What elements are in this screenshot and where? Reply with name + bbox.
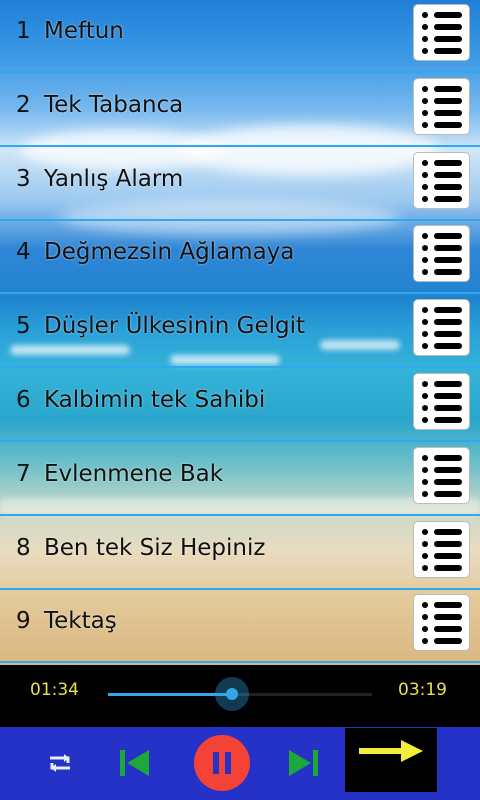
track-title: Tektaş bbox=[44, 608, 117, 634]
list-menu-icon[interactable] bbox=[413, 373, 470, 430]
list-menu-icon[interactable] bbox=[413, 299, 470, 356]
seek-track[interactable] bbox=[108, 677, 372, 711]
list-menu-icon[interactable] bbox=[413, 447, 470, 504]
playlist-row[interactable]: 1 Meftun bbox=[0, 0, 480, 73]
pause-button[interactable] bbox=[193, 734, 251, 792]
playlist-row[interactable]: 6 Kalbimin tek Sahibi bbox=[0, 369, 480, 442]
skip-previous-icon[interactable] bbox=[117, 745, 153, 781]
track-title: Tek Tabanca bbox=[44, 92, 184, 118]
list-menu-icon[interactable] bbox=[413, 521, 470, 578]
seek-bar[interactable]: 01:34 03:19 bbox=[0, 665, 480, 727]
playlist-row[interactable]: 3 Yanlış Alarm bbox=[0, 148, 480, 221]
playlist-row[interactable]: 2 Tek Tabanca bbox=[0, 74, 480, 147]
track-title: Ben tek Siz Hepiniz bbox=[44, 535, 266, 561]
playlist: 1 Meftun 2 Tek Tabanca 3 Yanlış Alarm 4 Değmezs… bbox=[0, 0, 480, 665]
track-title: Evlenmene Bak bbox=[44, 461, 224, 487]
list-menu-icon[interactable] bbox=[413, 225, 470, 282]
track-title: Değmezsin Ağlamaya bbox=[44, 239, 295, 265]
playlist-row[interactable]: 8 Ben tek Siz Hepiniz bbox=[0, 517, 480, 590]
list-menu-icon[interactable] bbox=[413, 78, 470, 135]
elapsed-time: 01:34 bbox=[30, 680, 79, 700]
track-number: 5 bbox=[16, 313, 31, 339]
list-menu-icon[interactable] bbox=[413, 152, 470, 209]
forward-button[interactable] bbox=[345, 728, 437, 792]
track-number: 7 bbox=[16, 461, 31, 487]
list-menu-icon[interactable] bbox=[413, 594, 470, 651]
total-time: 03:19 bbox=[398, 680, 447, 700]
track-number: 6 bbox=[16, 387, 31, 413]
seek-progress bbox=[108, 693, 233, 696]
skip-next-icon[interactable] bbox=[285, 745, 321, 781]
track-title: Kalbimin tek Sahibi bbox=[44, 387, 266, 413]
playlist-row[interactable]: 9 Tektaş bbox=[0, 590, 480, 663]
repeat-icon[interactable] bbox=[44, 748, 76, 778]
track-number: 1 bbox=[16, 18, 31, 44]
track-number: 3 bbox=[16, 166, 31, 192]
track-title: Meftun bbox=[44, 18, 124, 44]
playlist-row[interactable]: 5 Düşler Ülkesinin Gelgit bbox=[0, 295, 480, 368]
track-number: 9 bbox=[16, 608, 31, 634]
list-menu-icon[interactable] bbox=[413, 4, 470, 61]
track-title: Düşler Ülkesinin Gelgit bbox=[44, 313, 306, 339]
arrow-right-icon bbox=[359, 740, 423, 762]
track-number: 2 bbox=[16, 92, 31, 118]
playlist-row[interactable]: 7 Evlenmene Bak bbox=[0, 443, 480, 516]
seek-thumb[interactable] bbox=[215, 677, 250, 711]
track-number: 8 bbox=[16, 535, 31, 561]
track-number: 4 bbox=[16, 239, 31, 265]
playlist-row[interactable]: 4 Değmezsin Ağlamaya bbox=[0, 221, 480, 294]
track-title: Yanlış Alarm bbox=[44, 166, 184, 192]
